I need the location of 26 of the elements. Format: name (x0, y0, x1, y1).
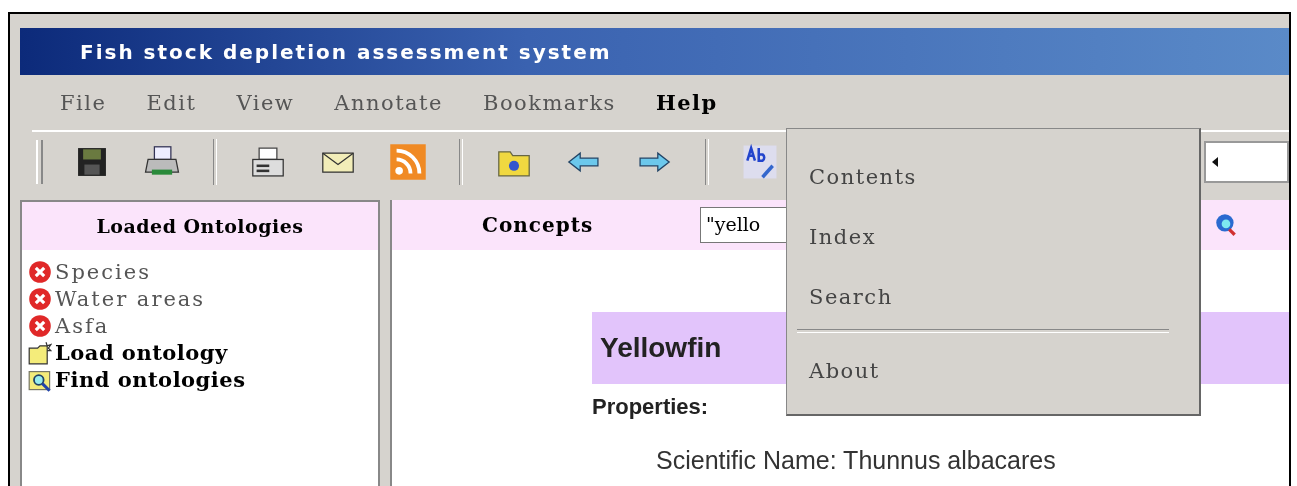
properties-label: Properties: (592, 394, 710, 420)
menu-item[interactable]: Edit (146, 90, 197, 115)
remove-icon[interactable] (28, 313, 52, 338)
panel-title: Loaded Ontologies (96, 215, 304, 237)
ontology-item[interactable]: Water areas (55, 286, 206, 311)
remove-icon[interactable] (28, 259, 52, 284)
toolbar-grip[interactable] (36, 140, 43, 184)
menu-item[interactable]: Help (655, 90, 718, 115)
scroll-left-button[interactable] (1204, 141, 1289, 183)
rss-icon[interactable] (389, 143, 427, 181)
spellcheck-icon[interactable] (741, 143, 779, 181)
ontology-item[interactable]: Load ontology (55, 340, 228, 365)
ontology-item[interactable]: Find ontologies (55, 367, 246, 392)
menu-item[interactable]: View (236, 90, 295, 115)
menu-item[interactable]: Bookmarks (483, 90, 616, 115)
ontology-item[interactable]: Species (55, 259, 151, 284)
menu-item[interactable]: Annotate (334, 90, 443, 115)
window-title: Fish stock depletion assessment system (80, 39, 612, 64)
folder-icon[interactable] (28, 340, 52, 365)
property-text: Scientific Name: Thunnus albacares (656, 446, 1057, 475)
menu-item[interactable]: File (60, 90, 107, 115)
panel-title: Concepts (482, 213, 595, 237)
remove-icon[interactable] (28, 286, 52, 311)
search-icon[interactable] (1213, 212, 1239, 238)
ontology-item[interactable]: Asfa (55, 313, 110, 338)
left-arrow-icon (1210, 156, 1220, 168)
